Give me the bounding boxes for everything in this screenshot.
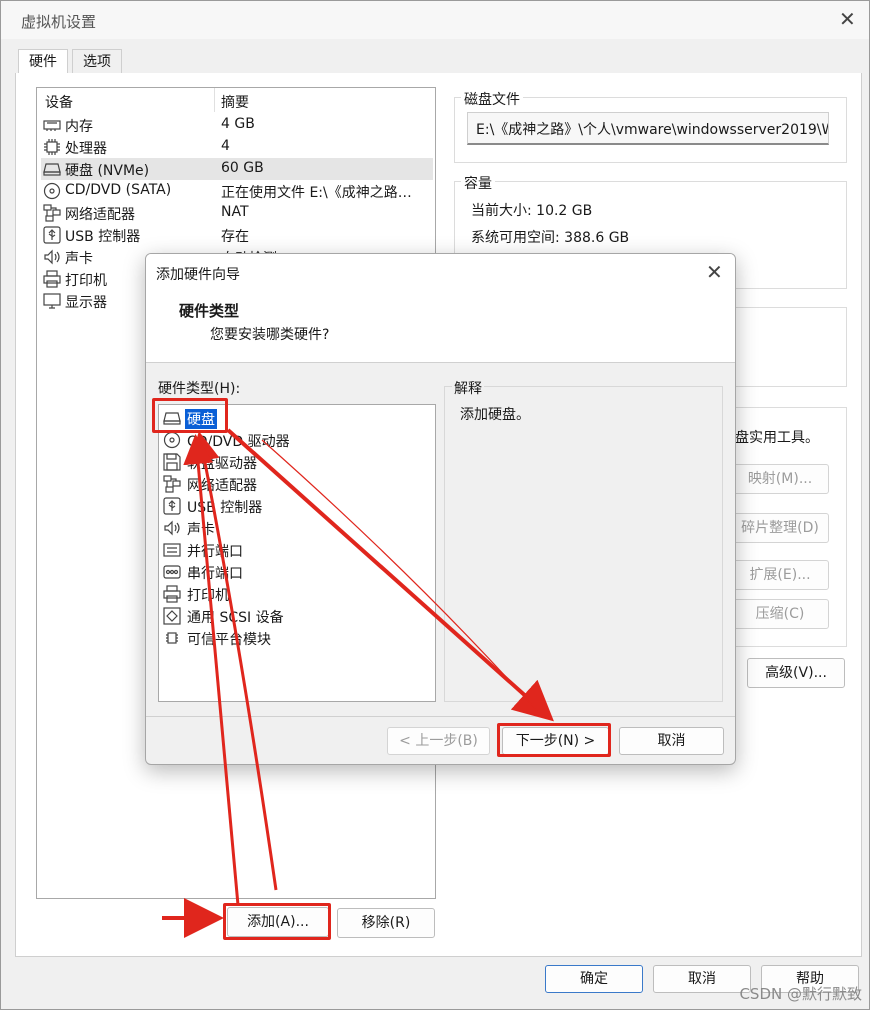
free-space: 系统可用空间: 388.6 GB — [471, 230, 630, 246]
usb-icon — [43, 226, 61, 244]
printer-icon — [163, 585, 181, 603]
title-bar: 虚拟机设置 ✕ — [1, 1, 869, 39]
ok-button[interactable]: 确定 — [545, 965, 643, 993]
hardware-type-label: 网络适配器 — [187, 478, 257, 494]
network-icon — [43, 204, 61, 222]
column-device: 设备 — [45, 95, 73, 111]
serial-port-icon — [163, 563, 181, 581]
network-icon — [163, 475, 181, 493]
dialog-header: 添加硬件向导 ✕ 硬件类型 您要安装哪类硬件? — [146, 254, 735, 363]
device-name: USB 控制器 — [65, 229, 141, 245]
hardware-type-label: 声卡 — [187, 522, 215, 538]
disk-utility-text: 盘实用工具。 — [735, 430, 819, 446]
compact-button[interactable]: 压缩(C) — [731, 599, 829, 629]
window-title: 虚拟机设置 — [21, 13, 97, 31]
device-row[interactable]: 网络适配器 NAT — [41, 202, 433, 224]
highlight-box-next — [497, 723, 611, 757]
disk-file-title: 磁盘文件 — [461, 89, 523, 109]
explanation-title: 解释 — [452, 378, 484, 398]
highlight-box-add — [223, 903, 331, 940]
dialog-heading: 硬件类型 — [179, 302, 240, 320]
device-summary: 存在 — [221, 229, 249, 245]
capacity-title: 容量 — [461, 173, 495, 193]
dialog-cancel-button[interactable]: 取消 — [619, 727, 724, 755]
device-name: 打印机 — [65, 273, 107, 289]
memory-icon — [43, 116, 61, 134]
device-name: 处理器 — [65, 141, 107, 157]
hard-disk-icon — [43, 160, 61, 178]
back-button[interactable]: < 上一步(B) — [387, 727, 490, 755]
device-row[interactable]: 内存 4 GB — [41, 114, 433, 136]
hardware-type-label: CD/DVD 驱动器 — [187, 434, 290, 450]
watermark: CSDN @默行默致 — [739, 985, 862, 1003]
sound-icon — [43, 248, 61, 266]
monitor-icon — [43, 292, 61, 310]
device-summary: 4 GB — [221, 116, 255, 132]
dialog-close-icon[interactable]: ✕ — [706, 260, 723, 284]
sound-icon — [163, 519, 181, 537]
hardware-type-label: 打印机 — [187, 588, 229, 604]
tpm-icon — [163, 629, 181, 647]
device-summary: 正在使用文件 E:\《成神之路… — [221, 185, 412, 201]
usb-icon — [163, 497, 181, 515]
device-summary: NAT — [221, 204, 249, 220]
tab-options[interactable]: 选项 — [72, 49, 122, 74]
scsi-icon — [163, 607, 181, 625]
device-row[interactable]: 处理器 4 — [41, 136, 433, 158]
printer-icon — [43, 270, 61, 288]
advanced-button[interactable]: 高级(V)... — [747, 658, 845, 688]
hardware-type-label: USB 控制器 — [187, 500, 263, 516]
device-name: 内存 — [65, 119, 93, 135]
dialog-subheading: 您要安装哪类硬件? — [210, 327, 330, 343]
current-size: 当前大小: 10.2 GB — [471, 203, 593, 219]
device-name: CD/DVD (SATA) — [65, 182, 172, 198]
device-row[interactable]: USB 控制器 存在 — [41, 224, 433, 246]
add-hardware-dialog: 添加硬件向导 ✕ 硬件类型 您要安装哪类硬件? 硬件类型(H): 硬盘 CD/DV… — [145, 253, 736, 765]
tab-hardware[interactable]: 硬件 — [18, 49, 68, 75]
map-button[interactable]: 映射(M)... — [731, 464, 829, 494]
explanation-text: 添加硬盘。 — [460, 407, 530, 423]
device-row[interactable]: 硬盘 (NVMe) 60 GB — [41, 158, 433, 180]
device-name: 硬盘 (NVMe) — [65, 163, 150, 179]
hardware-type-label: 硬件类型(H): — [158, 381, 241, 397]
cancel-button[interactable]: 取消 — [653, 965, 751, 993]
hardware-type-label: 并行端口 — [187, 544, 243, 560]
dialog-title: 添加硬件向导 — [156, 267, 240, 283]
parallel-port-icon — [163, 541, 181, 559]
hardware-type-label: 可信平台模块 — [187, 632, 271, 648]
device-name: 网络适配器 — [65, 207, 135, 223]
explanation-group — [444, 386, 723, 702]
dialog-footer-separator — [146, 716, 735, 717]
column-summary: 摘要 — [221, 95, 249, 111]
close-icon[interactable]: ✕ — [839, 7, 856, 31]
hardware-type-label: 通用 SCSI 设备 — [187, 610, 284, 626]
expand-button[interactable]: 扩展(E)... — [731, 560, 829, 590]
defrag-button[interactable]: 碎片整理(D) — [731, 513, 829, 543]
hardware-type-label: 软盘驱动器 — [187, 456, 257, 472]
hardware-type-label: 串行端口 — [187, 566, 243, 582]
device-summary: 60 GB — [221, 160, 264, 176]
device-name: 声卡 — [65, 251, 93, 267]
device-row[interactable]: CD/DVD (SATA) 正在使用文件 E:\《成神之路… — [41, 180, 433, 202]
hardware-type-list[interactable]: 硬盘 CD/DVD 驱动器 软盘驱动器 网络适配器 USB 控制器 声卡 并行端口 串行端口打… — [158, 404, 436, 702]
disk-file-path-field[interactable]: E:\《成神之路》\个人\vmware\windowsserver2019\Wi — [467, 112, 829, 145]
device-list-header: 设备 摘要 — [37, 88, 435, 112]
cd-icon — [163, 431, 181, 449]
floppy-icon — [163, 453, 181, 471]
highlight-box-hard-disk — [152, 398, 228, 433]
device-name: 显示器 — [65, 295, 107, 311]
cpu-icon — [43, 138, 61, 156]
cd-icon — [43, 182, 61, 200]
device-summary: 4 — [221, 138, 230, 154]
remove-device-button[interactable]: 移除(R) — [337, 908, 435, 938]
